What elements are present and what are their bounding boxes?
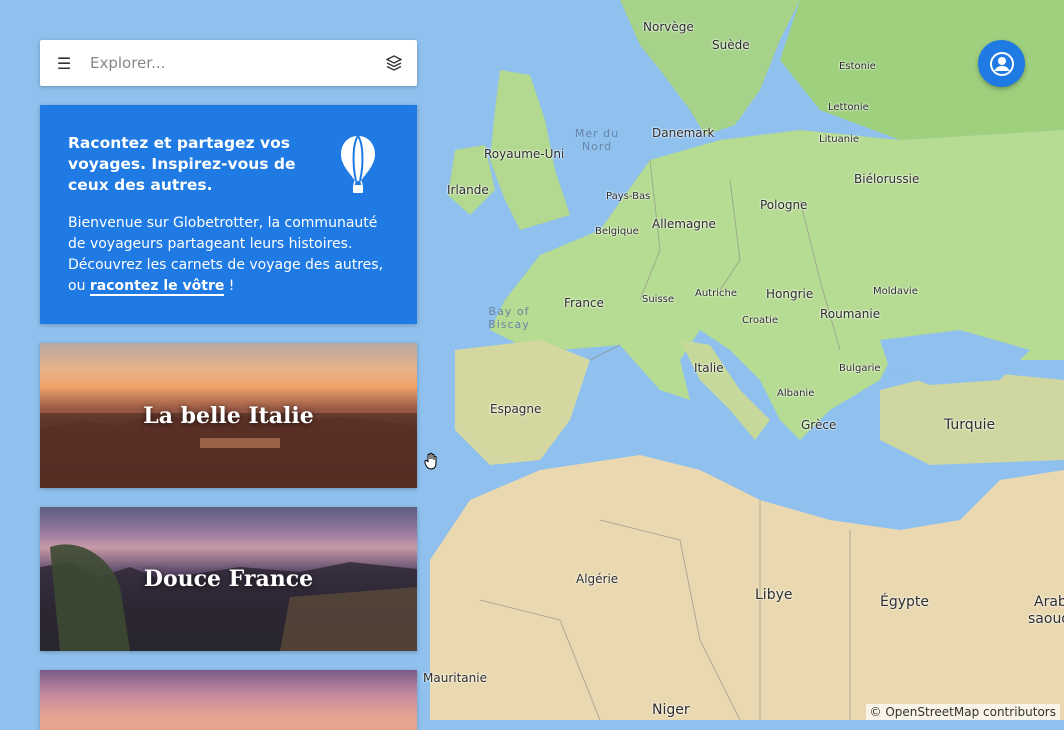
search-bar: ☰ xyxy=(40,40,417,86)
label-arab: Arab xyxy=(1034,594,1064,610)
layers-icon[interactable] xyxy=(371,55,417,71)
label-moldavie: Moldavie xyxy=(873,286,918,297)
label-croatie: Croatie xyxy=(742,315,778,326)
user-icon xyxy=(989,51,1014,76)
label-egypte: Égypte xyxy=(880,594,930,610)
label-royaume-uni: Royaume-Uni xyxy=(484,147,565,161)
label-mauritanie: Mauritanie xyxy=(423,671,487,685)
label-italie: Italie xyxy=(694,361,724,375)
label-irlande: Irlande xyxy=(447,183,489,197)
user-account-button[interactable] xyxy=(978,40,1025,87)
label-danemark: Danemark xyxy=(652,126,715,140)
label-autriche: Autriche xyxy=(695,288,737,299)
label-pays-bas: Pays-Bas xyxy=(606,191,651,202)
intro-title: Racontez et partagez vos voyages. Inspir… xyxy=(68,134,296,194)
label-saoud: saoud xyxy=(1028,611,1064,627)
label-roumanie: Roumanie xyxy=(820,307,881,321)
intro-panel: Racontez et partagez vos voyages. Inspir… xyxy=(40,105,417,324)
label-espagne: Espagne xyxy=(490,402,542,416)
label-libye: Libye xyxy=(755,587,793,603)
map-attribution[interactable]: © OpenStreetMap contributors xyxy=(865,704,1060,720)
label-allemagne: Allemagne xyxy=(652,217,716,231)
label-bielorussie: Biélorussie xyxy=(854,172,920,186)
label-suisse: Suisse xyxy=(642,294,675,305)
label-bulgarie: Bulgarie xyxy=(839,363,881,374)
intro-text: Bienvenue sur Globetrotter, la communaut… xyxy=(68,213,398,297)
hand-cursor-icon xyxy=(424,452,440,474)
label-bay-of-biscay: Bay of Biscay xyxy=(488,305,530,331)
label-pologne: Pologne xyxy=(760,198,808,212)
hot-air-balloon-icon xyxy=(337,133,379,199)
label-grece: Grèce xyxy=(801,418,837,432)
story-card-france[interactable]: Douce France xyxy=(40,507,417,651)
label-turquie: Turquie xyxy=(944,417,996,433)
story-card-italie[interactable]: La belle Italie xyxy=(40,343,417,488)
card-title: Douce France xyxy=(143,566,314,592)
label-suede: Suède xyxy=(712,38,750,52)
label-france: France xyxy=(564,296,604,310)
label-estonie: Estonie xyxy=(839,61,876,72)
card-title: La belle Italie xyxy=(143,402,314,429)
label-lettonie: Lettonie xyxy=(828,102,869,113)
label-lituanie: Lituanie xyxy=(819,134,860,145)
label-belgique: Belgique xyxy=(595,226,639,237)
menu-icon[interactable]: ☰ xyxy=(40,54,88,73)
story-card-3[interactable] xyxy=(40,670,417,730)
label-norvege: Norvège xyxy=(643,20,694,34)
label-niger: Niger xyxy=(652,702,690,718)
intro-body-after: ! xyxy=(224,278,235,294)
label-algerie: Algérie xyxy=(576,572,619,586)
search-input[interactable] xyxy=(88,53,371,73)
label-hongrie: Hongrie xyxy=(766,287,814,301)
label-mer-du-nord: Mer du Nord xyxy=(574,127,620,153)
tell-yours-link[interactable]: racontez le vôtre xyxy=(89,278,225,296)
label-albanie: Albanie xyxy=(777,388,815,399)
